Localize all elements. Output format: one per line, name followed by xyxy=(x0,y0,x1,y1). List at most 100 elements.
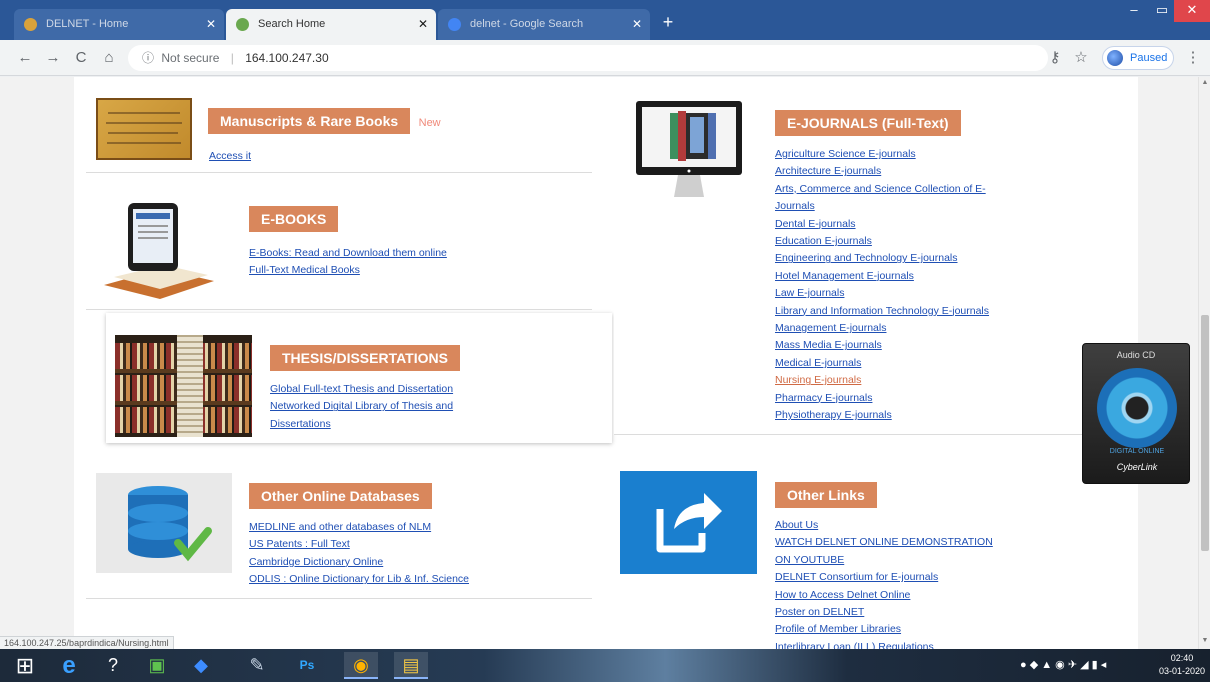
manuscripts-section: Manuscripts & Rare Books New Access it xyxy=(86,77,592,173)
ejournal-link[interactable]: Medical E-journals xyxy=(775,355,989,372)
databases-title[interactable]: Other Online Databases xyxy=(249,483,432,509)
menu-icon[interactable]: ⋮ xyxy=(1182,47,1204,69)
cambridge-dictionary-link[interactable]: Cambridge Dictionary Online xyxy=(249,554,469,571)
dissertations-link[interactable]: Dissertations xyxy=(270,416,453,433)
ndltd-link[interactable]: Networked Digital Library of Thesis and xyxy=(270,398,453,415)
demo-link[interactable]: WATCH DELNET ONLINE DEMONSTRATION xyxy=(775,534,993,551)
ejournal-link[interactable]: Engineering and Technology E-journals xyxy=(775,250,989,267)
ejournal-link[interactable]: Law E-journals xyxy=(775,285,989,302)
info-icon[interactable]: ⓘ xyxy=(142,51,154,65)
profile-button[interactable]: Paused xyxy=(1102,46,1174,70)
star-icon[interactable]: ☆ xyxy=(1070,47,1092,69)
address-bar[interactable]: ⓘ Not secure | 164.100.247.30 xyxy=(128,45,1048,71)
key-icon[interactable]: ⚷ xyxy=(1044,47,1066,69)
status-bar: 164.100.247.25/baprdindica/Nursing.html xyxy=(0,636,174,650)
ejournal-link[interactable]: Architecture E-journals xyxy=(775,163,989,180)
tab-label: Search Home xyxy=(258,18,326,30)
thesis-title[interactable]: THESIS/DISSERTATIONS xyxy=(270,345,460,371)
odlis-link[interactable]: ODLIS : Online Dictionary for Lib & Inf.… xyxy=(249,571,469,588)
other-links-list: About Us WATCH DELNET ONLINE DEMONSTRATI… xyxy=(775,517,993,649)
nursing-ejournal-link[interactable]: Nursing E-journals xyxy=(775,372,989,389)
reload-button[interactable]: C xyxy=(70,47,92,69)
thesis-links: Global Full-text Thesis and Dissertation… xyxy=(270,381,453,433)
poster-link[interactable]: Poster on DELNET xyxy=(775,604,993,621)
back-button[interactable]: ← xyxy=(14,47,36,69)
tab-label: delnet - Google Search xyxy=(470,18,584,30)
tab-label: DELNET - Home xyxy=(46,18,129,30)
help-icon[interactable]: ? xyxy=(96,652,130,679)
youtube-link[interactable]: ON YOUTUBE xyxy=(775,552,993,569)
audio-cd-widget[interactable]: Audio CD DIGITAL ONLINE CyberLink xyxy=(1082,343,1190,484)
databases-section: Other Online Databases MEDLINE and other… xyxy=(86,461,592,599)
cd-disc-icon[interactable] xyxy=(1097,368,1177,448)
page-viewport: Manuscripts & Rare Books New Access it E… xyxy=(0,77,1198,649)
new-tab-button[interactable]: + xyxy=(656,11,680,35)
system-tray-icons[interactable]: ● ◆ ▲ ◉ ✈ ◢ ▮ ◂ xyxy=(1020,658,1106,671)
ejournals-section: E-JOURNALS (Full-Text) Agriculture Scien… xyxy=(614,77,1138,435)
consortium-link[interactable]: DELNET Consortium for E-journals xyxy=(775,569,993,586)
close-tab-icon[interactable]: ✕ xyxy=(418,9,428,40)
url-text[interactable]: 164.100.247.30 xyxy=(245,51,328,65)
ejournal-link[interactable]: Journals xyxy=(775,198,989,215)
medical-books-link[interactable]: Full-Text Medical Books xyxy=(249,262,447,279)
ill-regulations-link[interactable]: Interlibrary Loan (ILL) Regulations xyxy=(775,639,993,649)
tab-search-home[interactable]: Search Home ✕ xyxy=(226,9,436,40)
manuscripts-heading-row: Manuscripts & Rare Books New xyxy=(208,108,441,134)
tab-delnet-home[interactable]: DELNET - Home ✕ xyxy=(14,9,224,40)
tab-favicon xyxy=(236,18,249,31)
us-patents-link[interactable]: US Patents : Full Text xyxy=(249,536,469,553)
close-tab-icon[interactable]: ✕ xyxy=(206,9,216,40)
ejournal-link[interactable]: Physiotherapy E-journals xyxy=(775,407,989,424)
home-button[interactable]: ⌂ xyxy=(98,47,120,69)
dropbox-icon[interactable]: ◆ xyxy=(184,652,218,679)
profile-label: Paused xyxy=(1130,52,1168,64)
access-it-link[interactable]: Access it xyxy=(209,148,251,165)
access-delnet-link[interactable]: How to Access Delnet Online xyxy=(775,587,993,604)
other-links-title[interactable]: Other Links xyxy=(775,482,877,508)
scroll-up-arrow[interactable]: ▲ xyxy=(1199,79,1210,86)
member-libraries-link[interactable]: Profile of Member Libraries xyxy=(775,621,993,638)
scrollbar-thumb[interactable] xyxy=(1201,315,1209,551)
ejournal-link[interactable]: Education E-journals xyxy=(775,233,989,250)
ejournal-link[interactable]: Dental E-journals xyxy=(775,216,989,233)
other-links-section: Other Links About Us WATCH DELNET ONLINE… xyxy=(614,447,1138,649)
notes-icon[interactable]: ✎ xyxy=(240,652,274,679)
ejournal-link[interactable]: Arts, Commerce and Science Collection of… xyxy=(775,181,989,198)
global-thesis-link[interactable]: Global Full-text Thesis and Dissertation xyxy=(270,381,453,398)
ejournal-link[interactable]: Management E-journals xyxy=(775,320,989,337)
office-icon[interactable]: ▣ xyxy=(140,652,174,679)
ebooks-read-link[interactable]: E-Books: Read and Download them online xyxy=(249,245,447,262)
taskbar: ⊞ e ? ▣ ◆ ✎ Ps ◉ ▤ ● ◆ ▲ ◉ ✈ ◢ ▮ ◂ 02:40… xyxy=(0,649,1210,682)
ebooks-links: E-Books: Read and Download them online F… xyxy=(249,245,447,280)
minimize-button[interactable]: – xyxy=(1120,0,1148,22)
close-tab-icon[interactable]: ✕ xyxy=(632,9,642,40)
clock-time: 02:40 xyxy=(1170,653,1194,663)
maximize-button[interactable]: ▭ xyxy=(1148,0,1176,22)
ebook-image xyxy=(104,203,214,299)
close-window-button[interactable]: ✕ xyxy=(1174,0,1210,22)
ejournal-link[interactable]: Agriculture Science E-journals xyxy=(775,146,989,163)
forward-button[interactable]: → xyxy=(42,47,64,69)
file-explorer-icon[interactable]: ▤ xyxy=(394,652,428,679)
start-icon[interactable]: ⊞ xyxy=(8,652,42,679)
tab-favicon xyxy=(448,18,461,31)
tab-google-search[interactable]: delnet - Google Search ✕ xyxy=(438,9,650,40)
ejournal-link[interactable]: Mass Media E-journals xyxy=(775,337,989,354)
ejournal-link[interactable]: Pharmacy E-journals xyxy=(775,390,989,407)
about-us-link[interactable]: About Us xyxy=(775,517,993,534)
medline-link[interactable]: MEDLINE and other databases of NLM xyxy=(249,519,469,536)
edge-icon[interactable]: e xyxy=(52,652,86,679)
page-scrollbar[interactable]: ▲ ▼ xyxy=(1198,77,1210,649)
taskbar-clock[interactable]: 02:40 03-01-2020 xyxy=(1158,652,1206,678)
ebooks-section: E-BOOKS E-Books: Read and Download them … xyxy=(86,173,592,310)
ejournal-link[interactable]: Hotel Management E-journals xyxy=(775,268,989,285)
manuscripts-title[interactable]: Manuscripts & Rare Books xyxy=(208,108,411,134)
scroll-down-arrow[interactable]: ▼ xyxy=(1199,637,1210,644)
ejournals-title[interactable]: E-JOURNALS (Full-Text) xyxy=(775,110,961,136)
chrome-icon[interactable]: ◉ xyxy=(344,652,378,679)
manuscripts-links: Access it xyxy=(209,148,251,165)
photoshop-icon[interactable]: Ps xyxy=(290,652,324,679)
ebooks-heading-row: E-BOOKS xyxy=(249,206,339,232)
ejournal-link[interactable]: Library and Information Technology E-jou… xyxy=(775,303,989,320)
ebooks-title[interactable]: E-BOOKS xyxy=(249,206,339,232)
